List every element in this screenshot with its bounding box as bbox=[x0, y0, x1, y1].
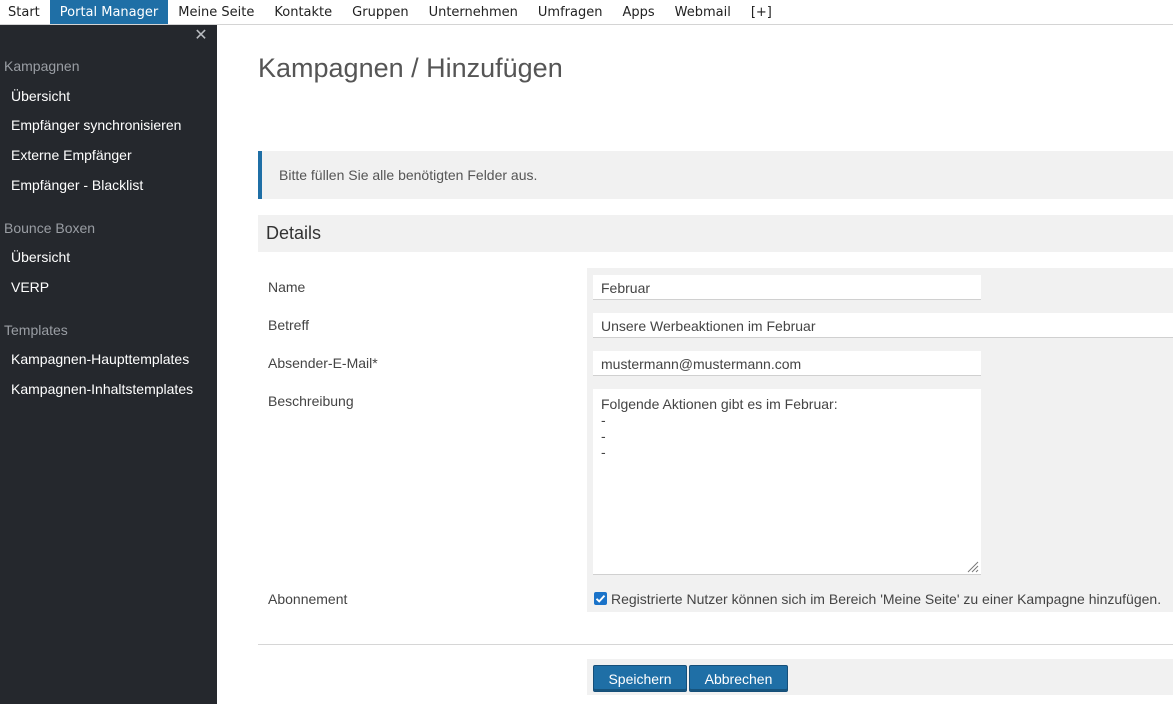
sidebar-item-empfaenger-blacklist[interactable]: Empfänger - Blacklist bbox=[11, 177, 143, 193]
name-input[interactable] bbox=[593, 275, 981, 300]
form-divider bbox=[258, 644, 1173, 645]
save-button[interactable]: Speichern bbox=[593, 665, 687, 692]
details-section-header: Details bbox=[258, 215, 1173, 252]
resize-handle-icon[interactable] bbox=[965, 559, 979, 573]
nav-kontakte[interactable]: Kontakte bbox=[264, 0, 342, 24]
nav-portal-manager[interactable]: Portal Manager bbox=[49, 0, 169, 24]
description-textarea[interactable]: Folgende Aktionen gibt es im Februar: - … bbox=[593, 389, 981, 575]
nav-apps[interactable]: Apps bbox=[612, 0, 664, 24]
nav-start[interactable]: Start bbox=[0, 0, 50, 24]
sidebar-item-empfaenger-synchronisieren[interactable]: Empfänger synchronisieren bbox=[11, 117, 181, 133]
close-icon[interactable]: ✕ bbox=[194, 28, 208, 44]
nav-gruppen[interactable]: Gruppen bbox=[342, 0, 418, 24]
sidebar-item-kampagnen-uebersicht[interactable]: Übersicht bbox=[11, 88, 70, 104]
sidebar-section-templates: Templates bbox=[4, 322, 68, 338]
main-content: Kampagnen / Hinzufügen Bitte füllen Sie … bbox=[217, 25, 1173, 704]
description-label: Beschreibung bbox=[268, 393, 354, 409]
sidebar: ✕ Kampagnen Übersicht Empfänger synchron… bbox=[0, 25, 217, 704]
sidebar-item-haupttemplates[interactable]: Kampagnen-Haupttemplates bbox=[11, 351, 189, 367]
nav-webmail[interactable]: Webmail bbox=[665, 0, 741, 24]
nav-unternehmen[interactable]: Unternehmen bbox=[419, 0, 528, 24]
sidebar-section-kampagnen: Kampagnen bbox=[4, 58, 80, 74]
subject-label: Betreff bbox=[268, 317, 309, 333]
cancel-button[interactable]: Abbrechen bbox=[689, 665, 788, 692]
subscription-label: Abonnement bbox=[268, 591, 348, 607]
subject-input[interactable] bbox=[593, 313, 1173, 338]
sidebar-section-bounce-boxen: Bounce Boxen bbox=[4, 220, 96, 236]
page-title: Kampagnen / Hinzufügen bbox=[258, 53, 563, 83]
sender-email-label: Absender-E-Mail* bbox=[268, 355, 378, 371]
sidebar-item-bounce-uebersicht[interactable]: Übersicht bbox=[11, 249, 70, 265]
checkmark-icon bbox=[595, 594, 606, 603]
details-title: Details bbox=[266, 223, 322, 243]
sidebar-item-inhaltstemplates[interactable]: Kampagnen-Inhaltstemplates bbox=[11, 381, 193, 397]
sidebar-item-verp[interactable]: VERP bbox=[11, 279, 49, 295]
nav-meine-seite[interactable]: Meine Seite bbox=[168, 0, 264, 24]
info-message: Bitte füllen Sie alle benötigten Felder … bbox=[258, 151, 1173, 199]
nav-more[interactable]: [+] bbox=[741, 0, 782, 24]
top-navigation: Start Portal Manager Meine Seite Kontakt… bbox=[0, 0, 1173, 25]
subscription-checkbox-label: Registrierte Nutzer können sich im Berei… bbox=[611, 591, 1162, 607]
info-message-text: Bitte füllen Sie alle benötigten Felder … bbox=[279, 167, 538, 183]
nav-umfragen[interactable]: Umfragen bbox=[528, 0, 613, 24]
name-label: Name bbox=[268, 279, 306, 295]
subscription-checkbox[interactable] bbox=[594, 592, 607, 605]
sender-email-input[interactable] bbox=[593, 351, 981, 376]
sidebar-item-externe-empfaenger[interactable]: Externe Empfänger bbox=[11, 147, 132, 163]
